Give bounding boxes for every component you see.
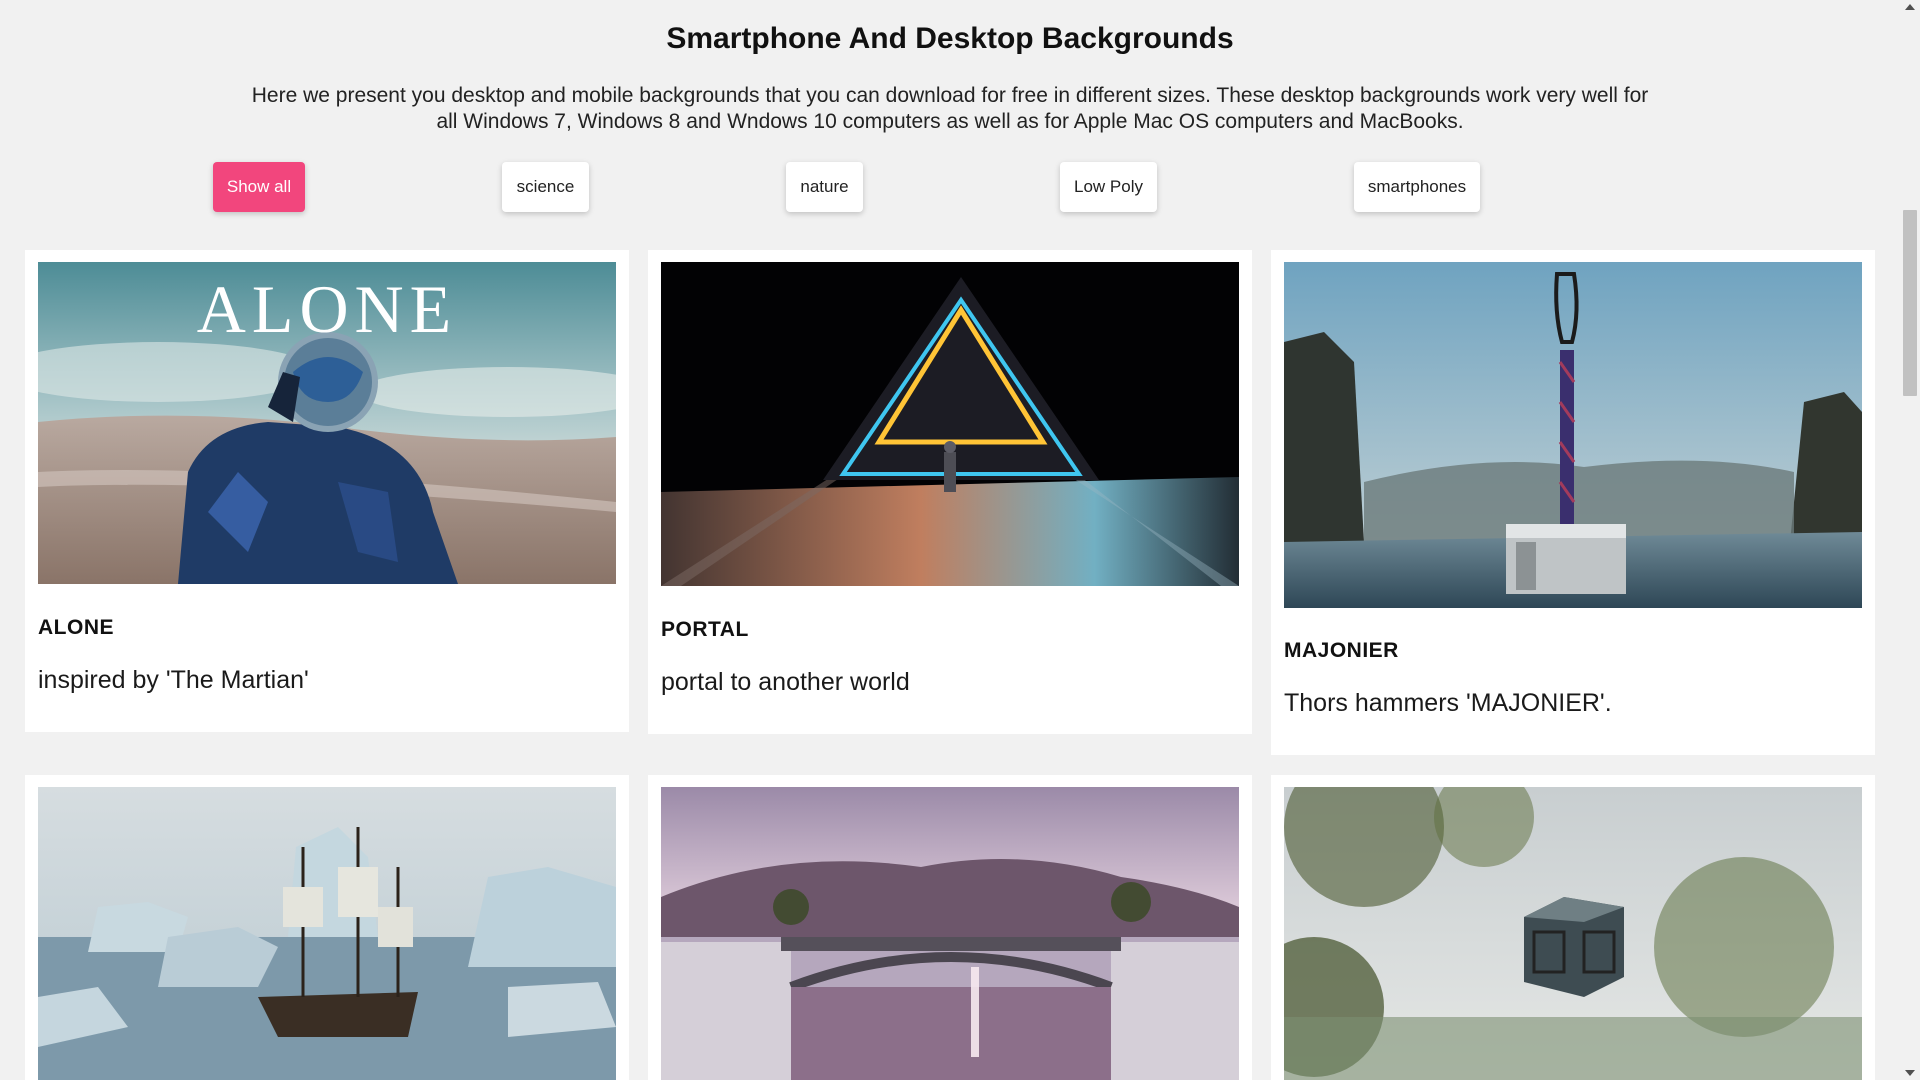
card-image-ship[interactable]	[38, 787, 616, 1080]
filter-low-poly-button[interactable]: Low Poly	[1060, 162, 1157, 212]
card-description: portal to another world	[661, 668, 910, 696]
page-title: Smartphone And Desktop Backgrounds	[666, 22, 1234, 55]
portal-image	[661, 262, 1239, 586]
card-portal[interactable]: PORTAL portal to another world	[648, 250, 1252, 734]
card-alone[interactable]: ALONE ALONE inspired by 'The Martian'	[25, 250, 629, 732]
card-bridge[interactable]	[648, 775, 1252, 1080]
page: Smartphone And Desktop Backgrounds Here …	[0, 0, 1900, 1080]
hammer-image	[1284, 262, 1862, 608]
scroll-down-arrow-icon[interactable]	[1905, 1070, 1915, 1076]
page-intro: Here we present you desktop and mobile b…	[251, 84, 1649, 133]
card-title: PORTAL	[661, 618, 749, 641]
cube-image	[1284, 787, 1862, 1080]
vertical-scrollbar[interactable]	[1900, 0, 1920, 1080]
alone-image-text: ALONE	[197, 271, 457, 347]
filter-science-button[interactable]: science	[502, 162, 589, 212]
card-title: ALONE	[38, 616, 114, 639]
bridge-image	[661, 787, 1239, 1080]
card-majonier[interactable]: MAJONIER Thors hammers 'MAJONIER'.	[1271, 250, 1875, 755]
scroll-up-arrow-icon[interactable]	[1905, 4, 1915, 10]
filter-smartphones-button[interactable]: smartphones	[1354, 162, 1480, 212]
card-image-portal[interactable]	[661, 262, 1239, 586]
card-image-bridge[interactable]	[661, 787, 1239, 1080]
card-description: Thors hammers 'MAJONIER'.	[1284, 689, 1612, 717]
filter-nature-button[interactable]: nature	[786, 162, 863, 212]
scrollbar-thumb[interactable]	[1903, 210, 1917, 396]
card-image-cube[interactable]	[1284, 787, 1862, 1080]
card-image-majonier[interactable]	[1284, 262, 1862, 608]
ship-image	[38, 787, 616, 1080]
card-title: MAJONIER	[1284, 639, 1399, 662]
card-cube[interactable]	[1271, 775, 1875, 1080]
card-ship[interactable]	[25, 775, 629, 1080]
card-description: inspired by 'The Martian'	[38, 666, 309, 694]
card-image-alone[interactable]: ALONE	[38, 262, 616, 584]
filter-show-all-button[interactable]: Show all	[213, 162, 305, 212]
astronaut-image: ALONE	[38, 262, 616, 584]
